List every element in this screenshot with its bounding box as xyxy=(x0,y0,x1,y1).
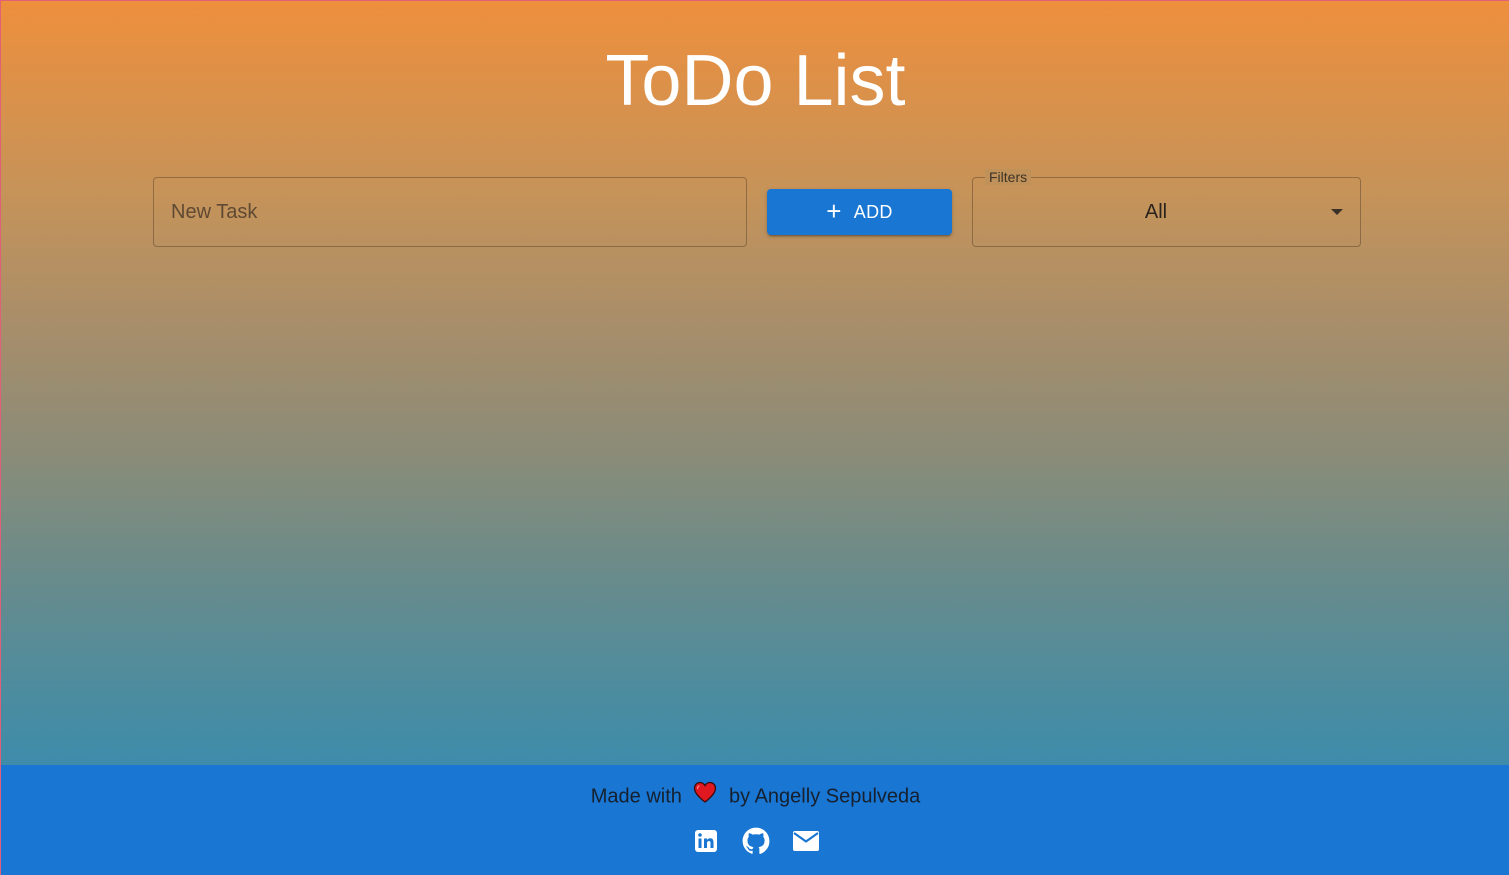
filter-select[interactable]: Filters All xyxy=(972,169,1361,247)
plus-icon: + xyxy=(826,196,842,226)
page-title: ToDo List xyxy=(605,41,906,121)
github-icon[interactable] xyxy=(742,827,770,855)
footer-credit: Made with by Angelly Sepulveda xyxy=(1,781,1509,811)
heart-icon xyxy=(693,781,717,809)
add-button-label: ADD xyxy=(853,201,893,222)
chevron-down-icon xyxy=(1331,209,1343,215)
email-icon[interactable] xyxy=(792,827,820,855)
filter-selected-value: All xyxy=(1144,201,1168,223)
linkedin-icon[interactable] xyxy=(692,827,720,855)
social-links xyxy=(1,827,1509,855)
author-text: by Angelly Sepulveda xyxy=(729,785,921,808)
new-task-input[interactable] xyxy=(153,177,747,247)
footer: Made with by Angelly Sepulveda xyxy=(1,765,1509,875)
made-with-text: Made with xyxy=(590,785,682,808)
add-task-button[interactable]: + ADD xyxy=(767,189,952,235)
